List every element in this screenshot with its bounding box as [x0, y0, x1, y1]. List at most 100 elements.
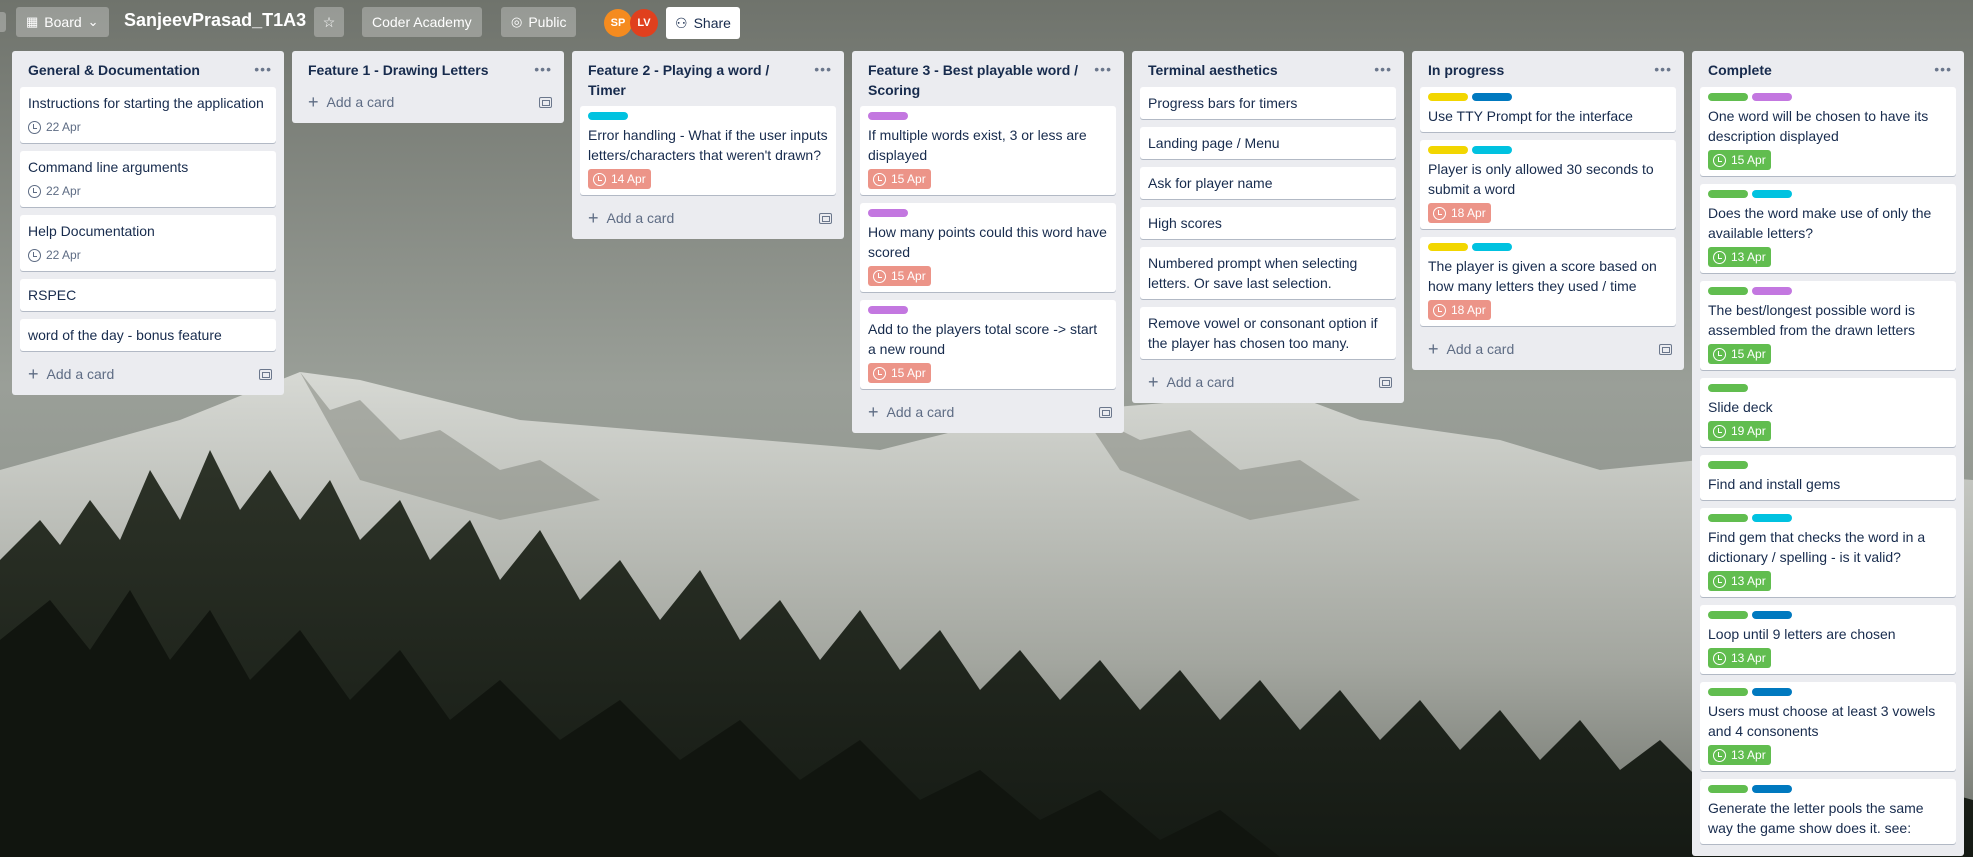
label-blue[interactable] [1752, 688, 1792, 696]
card[interactable]: Player is only allowed 30 seconds to sub… [1420, 140, 1676, 229]
add-card-button[interactable]: + Add a card [308, 93, 394, 111]
label-sky[interactable] [1752, 514, 1792, 522]
due-date-badge[interactable]: 15 Apr [1708, 344, 1771, 364]
card-template-icon[interactable] [259, 368, 272, 380]
card[interactable]: Users must choose at least 3 vowels and … [1700, 682, 1956, 771]
due-date-badge[interactable]: 15 Apr [868, 266, 931, 286]
list-menu-icon[interactable]: ••• [1094, 60, 1112, 78]
avatar[interactable]: SP [604, 9, 632, 37]
add-card-button[interactable]: + Add a card [28, 365, 114, 383]
due-date-badge[interactable]: 19 Apr [1708, 421, 1771, 441]
list-menu-icon[interactable]: ••• [1934, 60, 1952, 78]
card[interactable]: Landing page / Menu [1140, 127, 1396, 159]
due-date-badge[interactable]: 13 Apr [1708, 571, 1771, 591]
board-view-switcher[interactable]: ▦ Board ⌄ [16, 7, 109, 37]
label-sky[interactable] [1752, 190, 1792, 198]
due-date-badge[interactable]: 22 Apr [28, 181, 86, 201]
due-date-badge[interactable]: 14 Apr [588, 169, 651, 189]
card[interactable]: RSPEC [20, 279, 276, 311]
card[interactable]: Find gem that checks the word in a dicti… [1700, 508, 1956, 597]
card[interactable]: One word will be chosen to have its desc… [1700, 87, 1956, 176]
label-sky[interactable] [1472, 146, 1512, 154]
label-green[interactable] [1708, 93, 1748, 101]
card[interactable]: The player is given a score based on how… [1420, 237, 1676, 326]
label-sky[interactable] [1472, 243, 1512, 251]
card-template-icon[interactable] [1379, 376, 1392, 388]
card-template-icon[interactable] [539, 96, 552, 108]
card[interactable]: If multiple words exist, 3 or less are d… [860, 106, 1116, 195]
card[interactable]: The best/longest possible word is assemb… [1700, 281, 1956, 370]
due-date-badge[interactable]: 13 Apr [1708, 247, 1771, 267]
board-title[interactable]: SanjeevPrasad_T1A3 [124, 10, 306, 31]
list-menu-icon[interactable]: ••• [814, 60, 832, 78]
card[interactable]: Remove vowel or consonant option if the … [1140, 307, 1396, 359]
due-date-badge[interactable]: 18 Apr [1428, 203, 1491, 223]
label-green[interactable] [1708, 287, 1748, 295]
label-yellow[interactable] [1428, 93, 1468, 101]
list-menu-icon[interactable]: ••• [1374, 60, 1392, 78]
list-title[interactable]: Feature 2 - Playing a word / Timer [588, 60, 808, 100]
card[interactable]: Help Documentation 22 Apr [20, 215, 276, 271]
label-sky[interactable] [588, 112, 628, 120]
label-green[interactable] [1708, 611, 1748, 619]
label-green[interactable] [1708, 514, 1748, 522]
list-title[interactable]: Complete [1708, 60, 1772, 80]
add-card-button[interactable]: + Add a card [1428, 340, 1514, 358]
card[interactable]: Instructions for starting the applicatio… [20, 87, 276, 143]
add-card-button[interactable]: + Add a card [868, 403, 954, 421]
label-yellow[interactable] [1428, 146, 1468, 154]
workspace-button[interactable]: Coder Academy [362, 7, 482, 37]
list-title[interactable]: Terminal aesthetics [1148, 60, 1278, 80]
label-purple[interactable] [1752, 93, 1792, 101]
due-date-badge[interactable]: 22 Apr [28, 117, 86, 137]
card[interactable]: Slide deck 19 Apr [1700, 378, 1956, 447]
card-template-icon[interactable] [1099, 406, 1112, 418]
label-green[interactable] [1708, 688, 1748, 696]
due-date-badge[interactable]: 15 Apr [868, 169, 931, 189]
sidebar-toggle[interactable] [0, 12, 6, 32]
card[interactable]: High scores [1140, 207, 1396, 239]
visibility-button[interactable]: ◎ Public [501, 7, 577, 37]
label-green[interactable] [1708, 190, 1748, 198]
card[interactable]: Ask for player name [1140, 167, 1396, 199]
label-purple[interactable] [868, 209, 908, 217]
label-yellow[interactable] [1428, 243, 1468, 251]
card[interactable]: Generate the letter pools the same way t… [1700, 779, 1956, 844]
card[interactable]: Use TTY Prompt for the interface [1420, 87, 1676, 132]
share-button[interactable]: ⚇ Share [666, 7, 740, 39]
list-title[interactable]: Feature 1 - Drawing Letters [308, 60, 489, 80]
due-date-badge[interactable]: 18 Apr [1428, 300, 1491, 320]
card[interactable]: Does the word make use of only the avail… [1700, 184, 1956, 273]
label-purple[interactable] [868, 306, 908, 314]
list-menu-icon[interactable]: ••• [254, 60, 272, 78]
due-date-badge[interactable]: 15 Apr [1708, 150, 1771, 170]
card[interactable]: Progress bars for timers [1140, 87, 1396, 119]
label-blue[interactable] [1752, 785, 1792, 793]
label-purple[interactable] [868, 112, 908, 120]
card[interactable]: word of the day - bonus feature [20, 319, 276, 351]
list-title[interactable]: In progress [1428, 60, 1504, 80]
due-date-badge[interactable]: 15 Apr [868, 363, 931, 383]
card-template-icon[interactable] [819, 212, 832, 224]
card[interactable]: Command line arguments 22 Apr [20, 151, 276, 207]
card[interactable]: Numbered prompt when selecting letters. … [1140, 247, 1396, 299]
star-board-button[interactable]: ☆ [314, 7, 344, 37]
due-date-badge[interactable]: 13 Apr [1708, 648, 1771, 668]
due-date-badge[interactable]: 22 Apr [28, 245, 86, 265]
list-menu-icon[interactable]: ••• [1654, 60, 1672, 78]
label-green[interactable] [1708, 461, 1748, 469]
label-blue[interactable] [1472, 93, 1512, 101]
card[interactable]: Error handling - What if the user inputs… [580, 106, 836, 195]
label-purple[interactable] [1752, 287, 1792, 295]
card[interactable]: Loop until 9 letters are chosen 13 Apr [1700, 605, 1956, 674]
label-green[interactable] [1708, 384, 1748, 392]
card[interactable]: Find and install gems [1700, 455, 1956, 500]
label-blue[interactable] [1752, 611, 1792, 619]
add-card-button[interactable]: + Add a card [588, 209, 674, 227]
list-title[interactable]: General & Documentation [28, 60, 200, 80]
add-card-button[interactable]: + Add a card [1148, 373, 1234, 391]
avatar[interactable]: LV [630, 9, 658, 37]
label-green[interactable] [1708, 785, 1748, 793]
list-title[interactable]: Feature 3 - Best playable word / Scoring [868, 60, 1088, 100]
card[interactable]: How many points could this word have sco… [860, 203, 1116, 292]
